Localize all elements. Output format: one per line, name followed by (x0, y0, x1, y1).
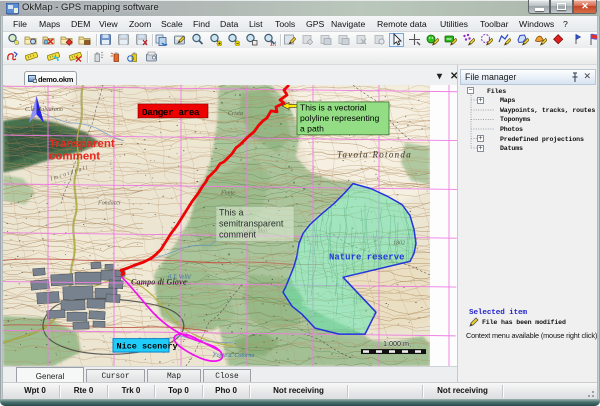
svg-text:Transparent: Transparent (49, 138, 115, 150)
svg-text:il T. Vella: il T. Vella (168, 274, 191, 280)
svg-text:Nice scenery: Nice scenery (117, 342, 178, 352)
svg-text:comment: comment (49, 151, 100, 163)
svg-text:Danger area: Danger area (142, 107, 200, 118)
svg-text:1802: 1802 (393, 240, 405, 246)
svg-text:This a: This a (219, 208, 243, 218)
svg-text:polyline representing: polyline representing (300, 113, 380, 123)
svg-text:semitransparent: semitransparent (219, 219, 284, 229)
svg-text:Fonte d. Cotorna: Fonte d. Cotorna (212, 353, 254, 359)
svg-text:comment: comment (219, 229, 256, 239)
svg-text:Nature reserve: Nature reserve (329, 252, 404, 262)
svg-text:1:1: 1:1 (270, 42, 276, 47)
svg-text:1.000 m: 1.000 m (383, 340, 409, 348)
svg-text:C.le Malvarano: C.le Malvarano (25, 107, 63, 113)
svg-text:a path: a path (300, 123, 324, 133)
svg-text:Fondacci: Fondacci (97, 201, 121, 207)
svg-text:Tavola Rotonda: Tavola Rotonda (337, 150, 412, 160)
svg-text:Fonte: Fonte (220, 191, 235, 197)
svg-text:This is a vectorial: This is a vectorial (300, 102, 366, 112)
svg-text:Crista: Crista (228, 111, 243, 117)
